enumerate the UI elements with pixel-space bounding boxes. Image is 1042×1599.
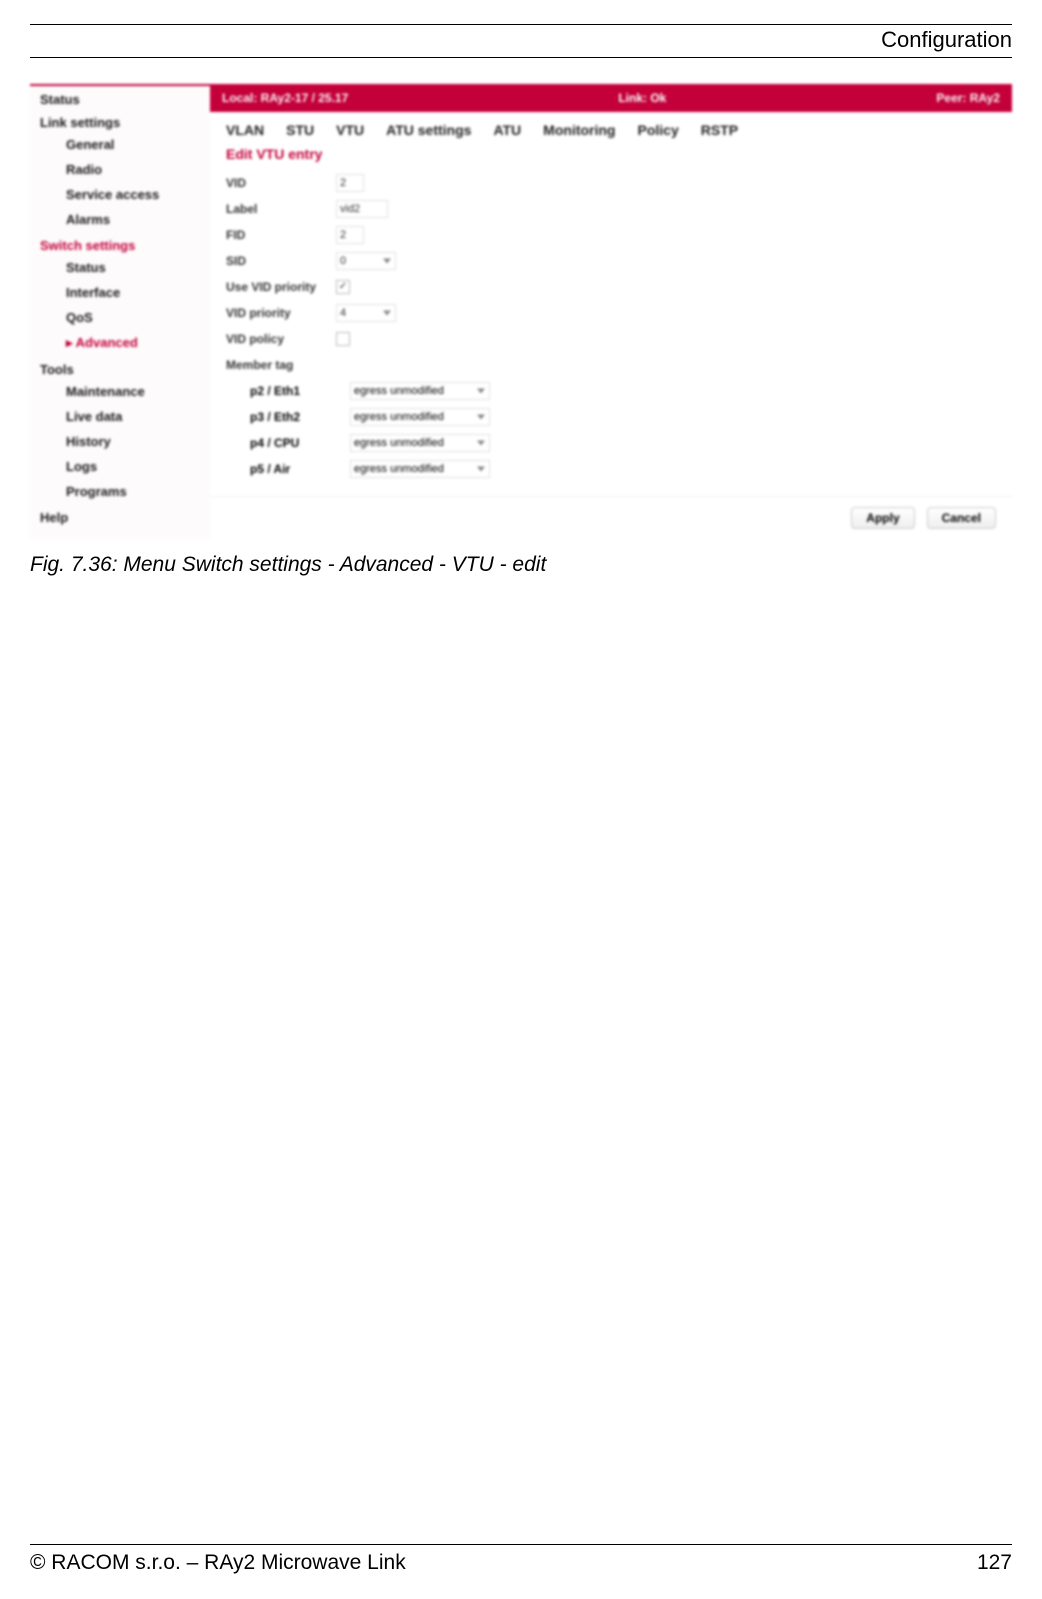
label-vid-policy: VID policy <box>226 332 336 346</box>
footer-copyright: © RACOM s.r.o. – RAy2 Microwave Link <box>30 1551 406 1575</box>
member-port-0: p2 / Eth1 <box>250 384 320 398</box>
row-vid-policy: VID policy <box>226 326 996 352</box>
sidebar-item-advanced-label: Advanced <box>76 335 138 350</box>
label-fid: FID <box>226 228 336 242</box>
sidebar-item-advanced[interactable]: ▸ Advanced <box>30 330 210 356</box>
sidebar-group-help[interactable]: Help <box>30 504 210 527</box>
select-vid-priority[interactable]: 4 <box>336 304 396 322</box>
row-sid: SID 0 <box>226 248 996 274</box>
input-label[interactable]: vid2 <box>336 200 388 218</box>
label-vid: VID <box>226 176 336 190</box>
status-banner: Local: RAy2-17 / 25.17 Link: Ok Peer: RA… <box>210 84 1012 112</box>
sidebar-item-programs[interactable]: Programs <box>30 479 210 504</box>
row-member-tag: Member tag <box>226 352 996 378</box>
vtu-form: VID 2 Label vid2 FID 2 SID 0 Use VID pri… <box>210 170 1012 378</box>
sidebar-item-service-access[interactable]: Service access <box>30 182 210 207</box>
page-footer: © RACOM s.r.o. – RAy2 Microwave Link 127 <box>30 1544 1012 1575</box>
sidebar-item-general[interactable]: General <box>30 132 210 157</box>
banner-peer: Peer: RAy2 <box>936 91 1000 105</box>
tab-vtu[interactable]: VTU <box>336 122 364 138</box>
member-row-0: p2 / Eth1 egress unmodified <box>250 378 996 404</box>
member-mode-1[interactable]: egress unmodified <box>350 408 490 426</box>
footer-page-number: 127 <box>977 1551 1012 1575</box>
select-sid[interactable]: 0 <box>336 252 396 270</box>
member-port-2: p4 / CPU <box>250 436 320 450</box>
tab-policy[interactable]: Policy <box>637 122 678 138</box>
checkbox-use-vid-priority[interactable]: ✓ <box>336 280 350 294</box>
member-row-3: p5 / Air egress unmodified <box>250 456 996 482</box>
sidebar-group-link-settings[interactable]: Link settings <box>30 109 210 132</box>
member-port-1: p3 / Eth2 <box>250 410 320 424</box>
sidebar-item-interface[interactable]: Interface <box>30 280 210 305</box>
member-row-1: p3 / Eth2 egress unmodified <box>250 404 996 430</box>
apply-button[interactable]: Apply <box>851 507 914 529</box>
label-label: Label <box>226 202 336 216</box>
label-vid-priority: VID priority <box>226 306 336 320</box>
tab-vlan[interactable]: VLAN <box>226 122 264 138</box>
member-mode-0[interactable]: egress unmodified <box>350 382 490 400</box>
tab-rstp[interactable]: RSTP <box>701 122 738 138</box>
member-port-3: p5 / Air <box>250 462 320 476</box>
tab-stu[interactable]: STU <box>286 122 314 138</box>
label-sid: SID <box>226 254 336 268</box>
cancel-button[interactable]: Cancel <box>927 507 996 529</box>
row-vid-priority: VID priority 4 <box>226 300 996 326</box>
form-divider <box>210 496 1012 497</box>
member-mode-3[interactable]: egress unmodified <box>350 460 490 478</box>
sidebar-item-history[interactable]: History <box>30 429 210 454</box>
main-panel: Local: RAy2-17 / 25.17 Link: Ok Peer: RA… <box>210 84 1012 539</box>
sidebar-group-tools[interactable]: Tools <box>30 356 210 379</box>
sidebar-item-logs[interactable]: Logs <box>30 454 210 479</box>
tab-bar: VLAN STU VTU ATU settings ATU Monitoring… <box>210 112 1012 144</box>
button-bar: Apply Cancel <box>210 501 1012 539</box>
sidebar-group-switch-settings[interactable]: Switch settings <box>30 232 210 255</box>
row-label: Label vid2 <box>226 196 996 222</box>
banner-link: Link: Ok <box>618 91 666 105</box>
header-rule-bottom <box>30 57 1012 58</box>
sidebar-group-status[interactable]: Status <box>30 86 210 109</box>
input-fid[interactable]: 2 <box>336 226 364 244</box>
checkbox-vid-policy[interactable] <box>336 332 350 346</box>
label-member-tag: Member tag <box>226 358 336 372</box>
figure-screenshot: Status Link settings General Radio Servi… <box>30 84 1012 539</box>
tab-atu-settings[interactable]: ATU settings <box>386 122 471 138</box>
tab-atu[interactable]: ATU <box>493 122 521 138</box>
member-row-2: p4 / CPU egress unmodified <box>250 430 996 456</box>
row-use-vid-priority: Use VID priority ✓ <box>226 274 996 300</box>
sidebar-item-alarms[interactable]: Alarms <box>30 207 210 232</box>
section-title: Edit VTU entry <box>210 144 1012 170</box>
member-tag-list: p2 / Eth1 egress unmodified p3 / Eth2 eg… <box>210 378 1012 490</box>
header-title: Configuration <box>30 25 1012 57</box>
member-mode-2[interactable]: egress unmodified <box>350 434 490 452</box>
figure-caption: Fig. 7.36: Menu Switch settings - Advanc… <box>30 553 1012 577</box>
sidebar-item-maintenance[interactable]: Maintenance <box>30 379 210 404</box>
input-vid[interactable]: 2 <box>336 174 364 192</box>
row-vid: VID 2 <box>226 170 996 196</box>
sidebar-item-qos[interactable]: QoS <box>30 305 210 330</box>
tab-monitoring[interactable]: Monitoring <box>543 122 615 138</box>
row-fid: FID 2 <box>226 222 996 248</box>
label-use-vid-priority: Use VID priority <box>226 280 336 294</box>
sidebar: Status Link settings General Radio Servi… <box>30 84 210 539</box>
banner-local: Local: RAy2-17 / 25.17 <box>222 91 348 105</box>
sidebar-item-live-data[interactable]: Live data <box>30 404 210 429</box>
sidebar-item-radio[interactable]: Radio <box>30 157 210 182</box>
sidebar-item-switch-status[interactable]: Status <box>30 255 210 280</box>
